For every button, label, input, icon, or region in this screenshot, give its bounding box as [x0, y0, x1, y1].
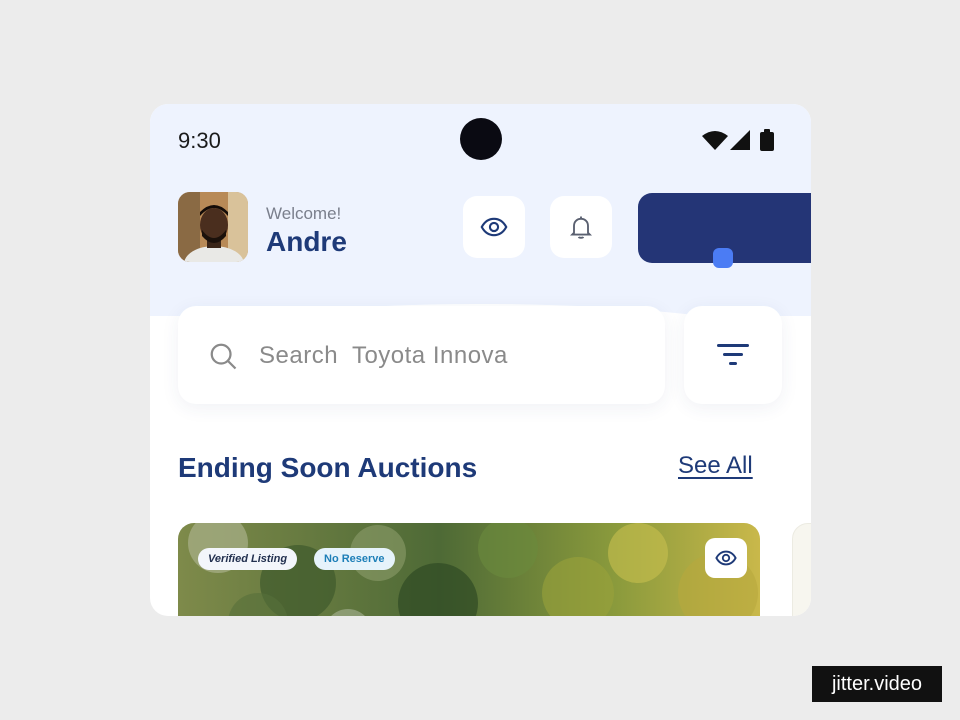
- brand-watermark: jitter.video: [812, 666, 942, 702]
- search-icon: [210, 343, 237, 370]
- card-watch-button[interactable]: [705, 538, 747, 578]
- status-icons: [702, 128, 782, 152]
- signal-icon: [730, 130, 750, 150]
- wifi-icon: [702, 131, 728, 150]
- search-input[interactable]: Search Toyota Innova: [178, 306, 665, 404]
- wallet-indicator: [713, 248, 733, 268]
- eye-icon: [715, 550, 737, 566]
- welcome-text: Welcome!: [266, 204, 342, 223]
- no-reserve-tag: No Reserve: [314, 548, 395, 570]
- auction-card[interactable]: Verified Listing No Reserve: [178, 523, 760, 616]
- see-all-link[interactable]: See All: [678, 452, 753, 480]
- camera-cutout: [460, 118, 502, 160]
- wallet-card[interactable]: [638, 193, 811, 268]
- battery-icon: [760, 132, 774, 151]
- notifications-button[interactable]: [550, 196, 612, 258]
- verified-tag: Verified Listing: [198, 548, 298, 570]
- watchlist-button[interactable]: [463, 196, 525, 258]
- eye-icon: [480, 217, 508, 237]
- filter-button[interactable]: [684, 306, 782, 404]
- section-title: Ending Soon Auctions: [178, 452, 478, 483]
- user-name: Andre: [266, 226, 347, 257]
- search-placeholder: Search Toyota Innova: [259, 342, 508, 369]
- bell-icon: [569, 216, 593, 239]
- avatar[interactable]: [178, 192, 248, 262]
- status-time: 9:30: [178, 128, 221, 153]
- next-auction-card[interactable]: [792, 523, 811, 616]
- phone-screen: 9:30 Welcome! Andre Search Toyota Innova…: [150, 104, 811, 616]
- filter-icon: [717, 344, 749, 365]
